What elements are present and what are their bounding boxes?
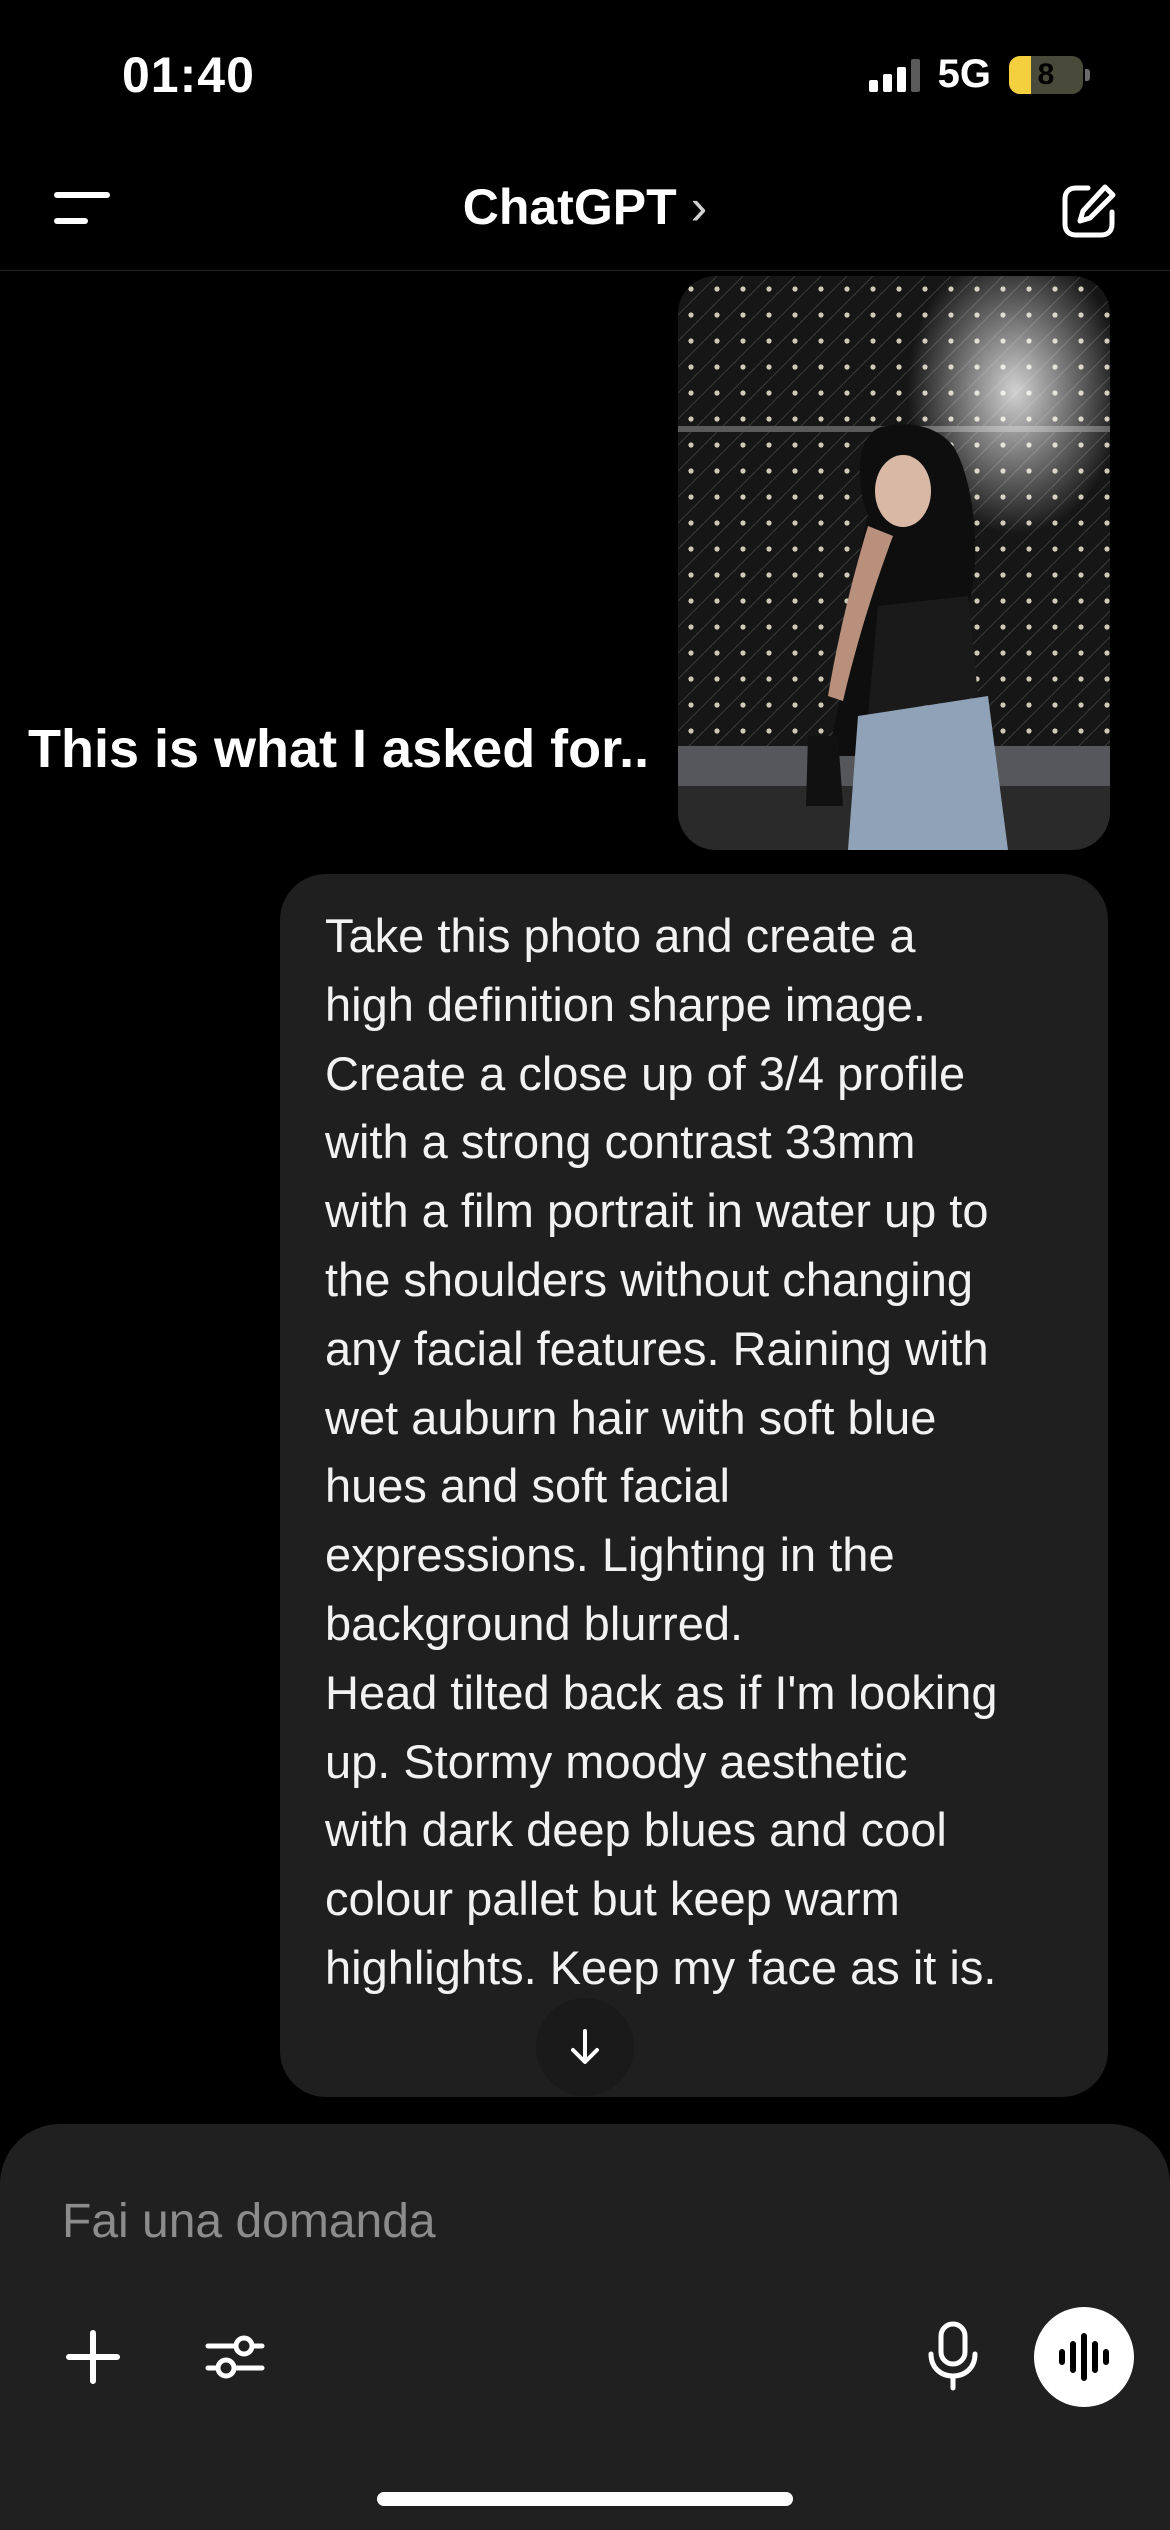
user-message-bubble: Take this photo and create a high defini… [280,874,1108,2097]
app-title: ChatGPT [462,179,677,235]
plus-icon [66,2330,120,2384]
sliders-icon [205,2335,265,2379]
signal-icon [868,58,920,92]
user-photo[interactable] [678,276,1110,850]
top-navigation: ChatGPT › [0,150,1170,271]
dictate-button[interactable] [916,2314,990,2398]
status-indicators: 5G 8 [868,52,1090,97]
scroll-to-bottom-button[interactable] [536,1998,634,2096]
battery-icon: 8 [1009,55,1090,94]
status-time: 01:40 [122,47,255,103]
user-photo-image [678,276,1110,850]
home-indicator [377,2492,793,2506]
microphone-icon [928,2321,978,2391]
voice-waveform-icon [1059,2333,1109,2381]
user-image-caption: This is what I asked for.. [28,719,650,779]
arrow-down-icon [571,2029,599,2064]
tools-button[interactable] [200,2322,270,2392]
new-chat-icon[interactable] [1058,180,1120,242]
model-selector[interactable]: ChatGPT › [0,178,1170,236]
chevron-right-icon: › [690,179,708,235]
attach-button[interactable] [58,2322,128,2392]
network-type: 5G [937,52,991,96]
message-composer [0,2124,1170,2530]
user-message-text: Take this photo and create a high defini… [325,909,998,1994]
battery-percent: 8 [1037,57,1055,91]
prompt-input[interactable] [60,2180,924,2262]
voice-mode-button[interactable] [1034,2307,1134,2407]
